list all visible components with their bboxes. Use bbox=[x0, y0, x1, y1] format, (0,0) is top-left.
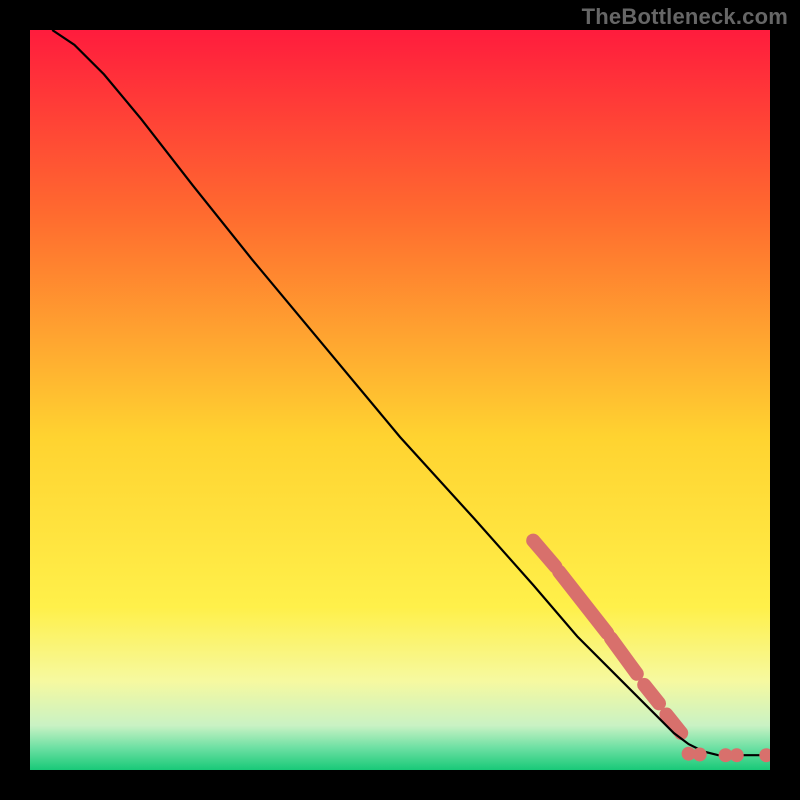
chart-svg bbox=[30, 30, 770, 770]
dot bbox=[730, 748, 744, 762]
gradient-background bbox=[30, 30, 770, 770]
watermark-text: TheBottleneck.com bbox=[582, 4, 788, 30]
chart-frame: TheBottleneck.com bbox=[0, 0, 800, 800]
plot-area bbox=[30, 30, 770, 770]
dot bbox=[693, 747, 707, 761]
